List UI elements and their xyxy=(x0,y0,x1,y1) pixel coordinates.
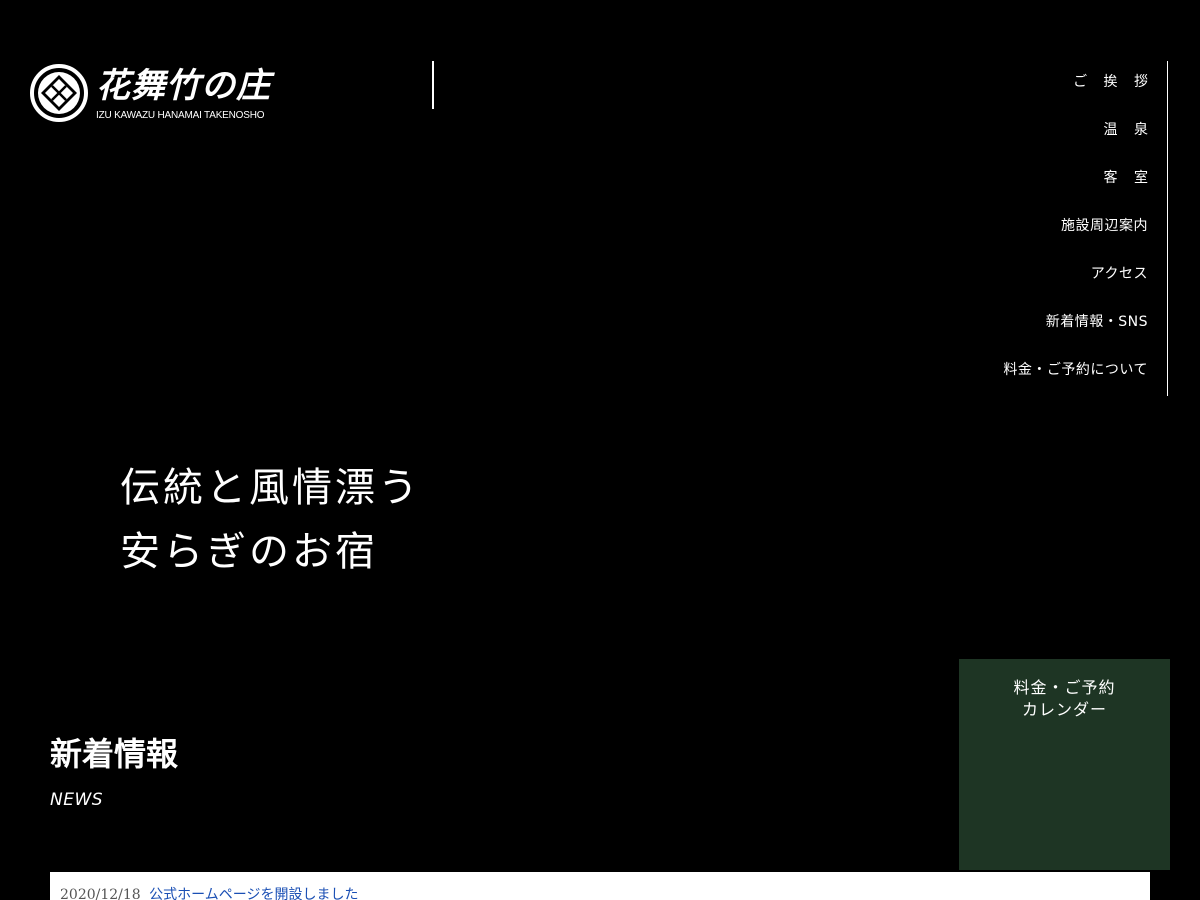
news-list: 2020/12/18 公式ホームページを開設しました xyxy=(50,872,1150,900)
nav-item-greeting[interactable]: ご 挨 拶 xyxy=(848,58,1154,106)
logo-subtitle: IZU KAWAZU HANAMAI TAKENOSHO xyxy=(96,110,265,121)
list-item: 2020/12/18 公式ホームページを開設しました xyxy=(60,885,358,900)
nav-item-hot-spring[interactable]: 温 泉 xyxy=(848,106,1154,154)
family-crest-icon xyxy=(30,64,88,122)
booking-label-line-1: 料金・ご予約 xyxy=(1013,678,1116,697)
hero-tagline: 伝統と風情漂う 安らぎのお宿 xyxy=(120,456,421,584)
hero-line-2: 安らぎのお宿 xyxy=(120,529,378,575)
booking-label: 料金・ご予約 カレンダー xyxy=(959,659,1170,721)
header-divider xyxy=(432,61,434,109)
news-subheading: NEWS xyxy=(50,790,104,810)
nav-item-news-sns[interactable]: 新着情報・SNS xyxy=(848,298,1148,346)
news-link[interactable]: 公式ホームページを開設しました xyxy=(149,887,358,900)
nav-item-rooms[interactable]: 客 室 xyxy=(848,154,1154,202)
hero-line-1: 伝統と風情漂う xyxy=(120,465,421,511)
news-date: 2020/12/18 xyxy=(60,887,141,900)
nav-item-access[interactable]: アクセス xyxy=(848,250,1148,298)
logo-title: 花舞竹の庄 xyxy=(96,66,271,106)
news-heading: 新着情報 xyxy=(50,735,179,773)
site-logo[interactable]: 花舞竹の庄 IZU KAWAZU HANAMAI TAKENOSHO xyxy=(30,64,290,124)
nav-divider xyxy=(1167,61,1168,396)
nav-item-pricing[interactable]: 料金・ご予約について xyxy=(848,346,1148,394)
booking-label-line-2: カレンダー xyxy=(1021,700,1107,719)
page: 花舞竹の庄 IZU KAWAZU HANAMAI TAKENOSHO ご 挨 拶… xyxy=(0,0,1200,900)
nav-item-facilities[interactable]: 施設周辺案内 xyxy=(848,202,1148,250)
booking-calendar-button[interactable]: 料金・ご予約 カレンダー xyxy=(959,659,1170,870)
main-nav: ご 挨 拶 温 泉 客 室 施設周辺案内 アクセス 新着情報・SNS 料金・ご予… xyxy=(848,58,1148,394)
